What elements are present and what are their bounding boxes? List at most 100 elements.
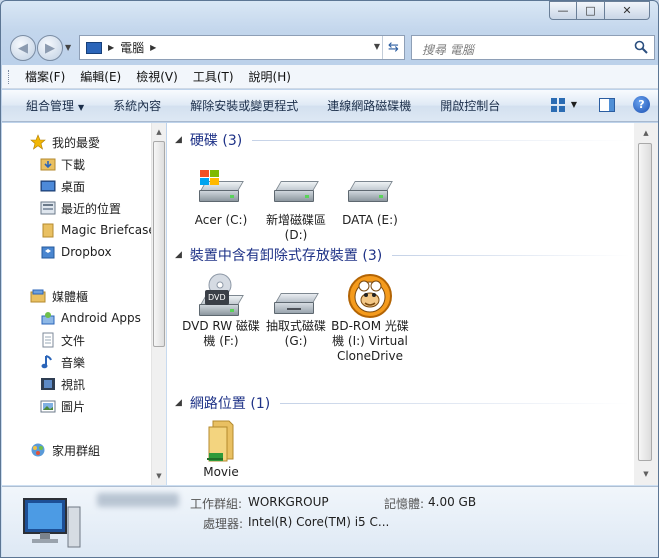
navigation-bar: ◀ ▶ ▼ ▶ 電腦 ▶ ▼ ⇆ 搜尋 電腦 <box>7 34 655 61</box>
libraries-icon <box>30 288 46 304</box>
nav-music[interactable]: 音樂 <box>40 352 85 372</box>
removable-label: DVD RW 磁碟機 (F:) <box>182 319 260 348</box>
change-view-icon[interactable] <box>550 97 565 112</box>
content-pane: ◢ 硬碟 (3) Acer (C:) 新增磁碟區 (D:) DATA (E:) … <box>167 123 634 485</box>
group-network-locations[interactable]: ◢ 網路位置 (1) <box>175 393 630 413</box>
nav-videos[interactable]: 視訊 <box>40 374 85 394</box>
scroll-down-icon[interactable]: ▼ <box>639 467 653 481</box>
nav-label: 音樂 <box>61 355 86 370</box>
menu-tools[interactable]: 工具(T) <box>193 68 234 85</box>
breadcrumb-arrow-icon[interactable]: ▶ <box>108 43 114 52</box>
group-divider <box>280 402 630 404</box>
minimize-button[interactable]: — <box>549 1 577 20</box>
nav-favorites[interactable]: 我的最愛 <box>30 132 100 152</box>
recent-pages-dropdown[interactable]: ▼ <box>65 43 71 52</box>
nav-scrollbar[interactable]: ▲ ▼ <box>151 123 166 485</box>
workgroup-value: WORKGROUP <box>248 495 329 509</box>
group-title: 硬碟 (3) <box>189 133 243 149</box>
address-history-icon[interactable]: ▼ <box>374 42 380 51</box>
nav-label: 桌面 <box>61 179 86 194</box>
search-icon[interactable] <box>634 40 648 54</box>
nav-label: 文件 <box>61 333 86 348</box>
nav-label: Magic Briefcase <box>61 223 156 237</box>
breadcrumb-computer[interactable]: 電腦 <box>120 39 144 56</box>
nav-dropbox[interactable]: Dropbox <box>40 242 112 262</box>
removable-tile[interactable]: BD-ROM 光碟機 (I:) Virtual CloneDrive <box>329 273 411 364</box>
uninstall-program-button[interactable]: 解除安裝或變更程式 <box>190 97 298 114</box>
toolbar-right-icons: ▼ ? <box>550 96 650 113</box>
search-placeholder: 搜尋 電腦 <box>422 43 474 57</box>
nav-recent-places[interactable]: 最近的位置 <box>40 198 121 218</box>
android-apps-icon <box>40 310 56 326</box>
menu-file[interactable]: 檔案(F) <box>25 68 65 85</box>
menu-edit[interactable]: 編輯(E) <box>80 68 121 85</box>
network-tile[interactable]: Movie <box>180 419 262 480</box>
close-button[interactable]: ✕ <box>605 1 650 20</box>
map-network-drive-button[interactable]: 連線網路磁碟機 <box>327 97 411 114</box>
organize-button[interactable]: 組合管理 ▼ <box>26 97 84 114</box>
forward-button[interactable]: ▶ <box>37 35 63 61</box>
nav-scroll-thumb[interactable] <box>153 141 165 347</box>
removable-label: 抽取式磁碟 (G:) <box>265 319 326 348</box>
dvd-badge: DVD <box>205 290 229 305</box>
collapse-triangle-icon[interactable]: ◢ <box>175 135 182 145</box>
nav-label: 媒體櫃 <box>52 289 89 304</box>
nav-android-apps[interactable]: Android Apps <box>40 308 141 328</box>
group-divider <box>252 139 630 141</box>
recent-places-icon <box>40 200 56 216</box>
download-folder-icon <box>40 156 56 172</box>
group-removable-storage[interactable]: ◢ 裝置中含有卸除式存放裝置 (3) <box>175 245 630 265</box>
content-scroll-thumb[interactable] <box>638 143 652 461</box>
scroll-up-icon[interactable]: ▲ <box>152 125 166 139</box>
address-bar[interactable]: ▶ 電腦 ▶ ▼ ⇆ <box>79 35 405 60</box>
view-options-dropdown-icon[interactable]: ▼ <box>571 100 577 109</box>
nav-label: 下載 <box>61 157 86 172</box>
network-folder-icon <box>195 419 247 463</box>
menu-view[interactable]: 檢視(V) <box>136 68 178 85</box>
scroll-down-icon[interactable]: ▼ <box>152 469 166 483</box>
refresh-icon: ⇆ <box>388 40 399 55</box>
open-control-panel-button[interactable]: 開啟控制台 <box>440 97 500 114</box>
nav-homegroup[interactable]: 家用群組 <box>30 440 100 460</box>
collapse-triangle-icon[interactable]: ◢ <box>175 398 182 408</box>
preview-pane-icon[interactable] <box>599 97 615 112</box>
removable-tile[interactable]: 抽取式磁碟 (G:) <box>255 273 337 349</box>
breadcrumb-arrow-icon[interactable]: ▶ <box>150 43 156 52</box>
back-button[interactable]: ◀ <box>10 35 36 61</box>
scroll-up-icon[interactable]: ▲ <box>639 126 653 140</box>
nav-label: 最近的位置 <box>61 201 122 216</box>
details-pane: 工作群組: WORKGROUP 記憶體: 4.00 GB 處理器: Intel(… <box>2 486 658 557</box>
nav-desktop[interactable]: 桌面 <box>40 176 85 196</box>
nav-libraries[interactable]: 媒體櫃 <box>30 286 88 306</box>
nav-label: 家用群組 <box>52 443 101 458</box>
chevron-down-icon: ▼ <box>78 103 85 112</box>
help-icon[interactable]: ? <box>633 96 650 113</box>
removable-tile[interactable]: DVD DVD RW 磁碟機 (F:) <box>180 273 262 349</box>
nav-label: Dropbox <box>61 245 112 259</box>
nav-downloads[interactable]: 下載 <box>40 154 85 174</box>
menu-help[interactable]: 說明(H) <box>249 68 291 85</box>
processor-value: Intel(R) Core(TM) i5 C... <box>248 515 390 529</box>
group-hard-drives[interactable]: ◢ 硬碟 (3) <box>175 130 630 150</box>
drive-tile[interactable]: Acer (C:) <box>180 167 262 228</box>
drive-tile[interactable]: 新增磁碟區 (D:) <box>255 167 337 243</box>
nav-label: 視訊 <box>61 377 86 392</box>
nav-pictures[interactable]: 圖片 <box>40 396 85 416</box>
nav-label: Android Apps <box>61 311 141 325</box>
command-bar: 組合管理 ▼ 系統內容 解除安裝或變更程式 連線網路磁碟機 開啟控制台 ▼ ? <box>2 90 658 122</box>
nav-documents[interactable]: 文件 <box>40 330 85 350</box>
maximize-button[interactable]: □ <box>577 1 605 20</box>
system-properties-button[interactable]: 系統內容 <box>113 97 161 114</box>
memory-value: 4.00 GB <box>428 495 477 509</box>
collapse-triangle-icon[interactable]: ◢ <box>175 250 182 260</box>
drive-tile[interactable]: DATA (E:) <box>329 167 411 228</box>
virtual-clonedrive-sheep-icon <box>344 273 396 318</box>
nav-magic-briefcase[interactable]: Magic Briefcase <box>40 220 156 240</box>
content-scrollbar[interactable]: ▲ ▼ <box>634 123 658 485</box>
memory-label: 記憶體: <box>384 497 425 511</box>
search-box[interactable]: 搜尋 電腦 <box>411 35 655 60</box>
refresh-button[interactable]: ⇆ <box>382 36 404 59</box>
nav-label: 我的最愛 <box>52 135 101 150</box>
star-icon <box>30 134 46 150</box>
music-note-icon <box>40 354 56 370</box>
